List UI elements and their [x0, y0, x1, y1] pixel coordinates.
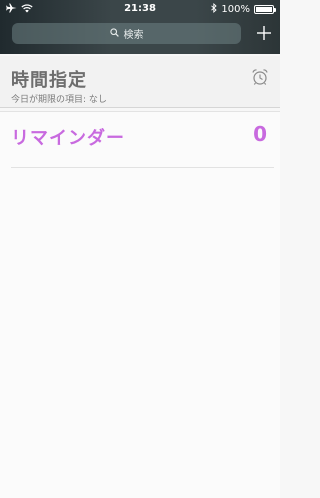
battery-icon [254, 5, 276, 14]
scheduled-list[interactable]: 時間指定 今日が期限の項目: なし [0, 56, 280, 108]
battery-percentage: 100% [221, 4, 250, 15]
scheduled-subtitle: 今日が期限の項目: なし [11, 95, 107, 105]
empty-reminder-row[interactable] [11, 167, 274, 168]
search-bar[interactable]: 検索 [12, 23, 241, 44]
plus-icon [257, 26, 271, 40]
search-icon [109, 27, 119, 40]
add-button[interactable] [253, 22, 275, 44]
search-placeholder: 検索 [123, 30, 144, 41]
header-background: 21:38 100% 検索 [0, 0, 280, 54]
bluetooth-icon [211, 2, 218, 16]
reminders-list[interactable]: リマインダー 0 [0, 111, 280, 498]
status-bar: 21:38 100% [0, 0, 280, 18]
scheduled-title: 時間指定 [11, 70, 87, 91]
status-right: 100% [211, 2, 276, 16]
reminders-count: 0 [253, 122, 267, 146]
alarm-clock-icon [251, 68, 269, 90]
reminders-list-title: リマインダー [11, 128, 125, 149]
battery-level [256, 7, 272, 12]
